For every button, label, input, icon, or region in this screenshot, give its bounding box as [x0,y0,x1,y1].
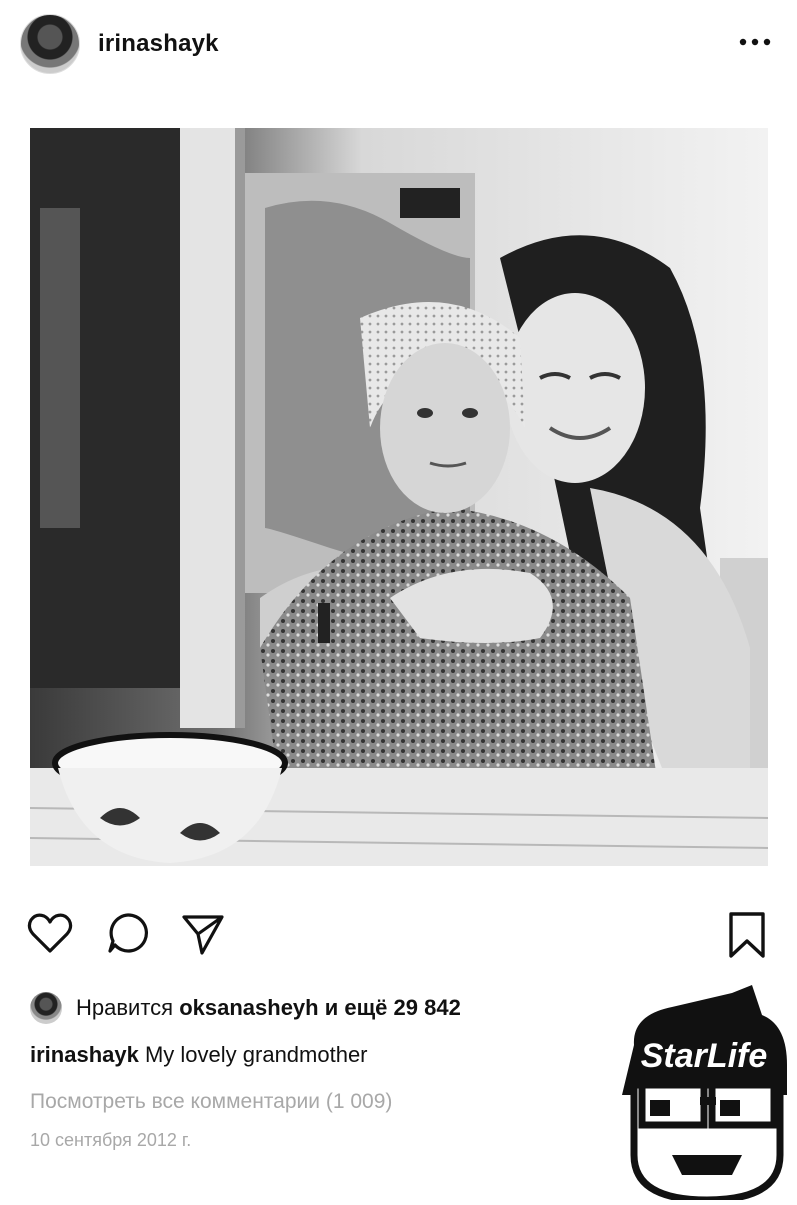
post-username[interactable]: irinashayk [98,30,219,58]
watermark-text: StarLife [641,1037,768,1075]
caption-username[interactable]: irinashayk [30,1042,139,1067]
comment-icon[interactable] [105,910,151,961]
liker-avatar[interactable] [30,992,62,1024]
post-date: 10 сентября 2012 г. [30,1130,192,1150]
likes-user[interactable]: oksanasheyh [179,995,318,1020]
heart-icon[interactable] [26,910,74,961]
profile-avatar[interactable] [20,14,80,74]
send-icon[interactable] [180,910,226,961]
caption-text: My lovely grandmother [144,1042,368,1067]
likes-text[interactable]: Нравится oksanasheyh и ещё 29 842 [76,995,461,1021]
action-bar [0,910,797,970]
post-photo[interactable] [30,128,768,866]
likes-count[interactable]: и ещё 29 842 [325,995,461,1020]
post-header: irinashayk [0,0,797,95]
post-caption: irinashayk My lovely grandmother [30,1042,368,1068]
likes-prefix: Нравится [76,995,174,1020]
starlife-logo: StarLife [612,985,797,1204]
more-options-icon[interactable] [735,30,775,54]
bookmark-icon[interactable] [726,910,768,965]
view-comments-link[interactable]: Посмотреть все комментарии (1 009) [30,1090,392,1114]
